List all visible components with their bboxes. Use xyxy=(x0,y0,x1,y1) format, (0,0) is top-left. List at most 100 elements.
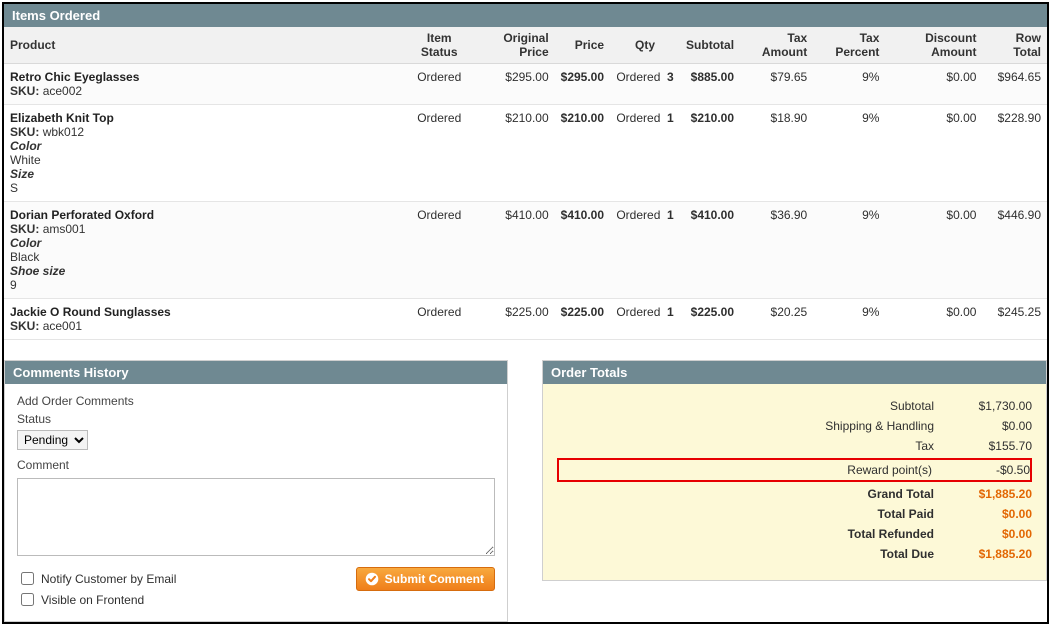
row-total: $245.25 xyxy=(982,299,1047,340)
option-label: Size xyxy=(10,167,34,181)
col-discount-amount: Discount Amount xyxy=(885,27,982,64)
discount-amount: $0.00 xyxy=(885,202,982,299)
totals-label: Reward point(s) xyxy=(792,463,932,477)
totals-value: -$0.50 xyxy=(950,463,1030,477)
option-value: S xyxy=(10,181,398,195)
totals-row: Tax $155.70 xyxy=(557,436,1032,456)
sku-label: SKU: xyxy=(10,222,39,236)
option-value: White xyxy=(10,153,398,167)
option-value: Black xyxy=(10,250,398,264)
discount-amount: $0.00 xyxy=(885,64,982,105)
notify-customer-label: Notify Customer by Email xyxy=(41,572,176,586)
totals-row: Grand Total $1,885.20 xyxy=(557,484,1032,504)
totals-label: Grand Total xyxy=(794,487,934,501)
col-product: Product xyxy=(4,27,404,64)
check-circle-icon xyxy=(365,572,379,586)
qty-value: 1 xyxy=(667,305,674,319)
product-cell: Elizabeth Knit TopSKU: wbk012ColorWhiteS… xyxy=(4,105,404,202)
add-comments-label: Add Order Comments xyxy=(17,394,495,408)
totals-label: Total Due xyxy=(794,547,934,561)
sku-value: ams001 xyxy=(43,222,86,236)
col-price: Price xyxy=(555,27,610,64)
notify-customer-checkbox[interactable] xyxy=(21,572,34,585)
items-ordered-header: Items Ordered xyxy=(4,4,1047,27)
qty-label: Ordered xyxy=(616,208,660,222)
tax-amount: $36.90 xyxy=(740,202,813,299)
option-label: Color xyxy=(10,236,41,250)
col-row-total: Row Total xyxy=(982,27,1047,64)
price: $410.00 xyxy=(555,202,610,299)
tax-amount: $18.90 xyxy=(740,105,813,202)
sku-label: SKU: xyxy=(10,319,39,333)
visible-frontend-checkbox[interactable] xyxy=(21,593,34,606)
totals-label: Tax xyxy=(794,439,934,453)
order-totals-panel: Order Totals Subtotal$1,730.00Shipping &… xyxy=(542,360,1047,581)
original-price: $410.00 xyxy=(474,202,554,299)
product-name: Retro Chic Eyeglasses xyxy=(10,70,398,84)
tax-percent: 9% xyxy=(813,64,885,105)
tax-percent: 9% xyxy=(813,105,885,202)
tax-percent: 9% xyxy=(813,299,885,340)
tax-amount: $20.25 xyxy=(740,299,813,340)
item-status: Ordered xyxy=(404,299,474,340)
items-table: Product Item Status Original Price Price… xyxy=(4,27,1047,340)
qty-value: 3 xyxy=(667,70,674,84)
totals-value: $1,885.20 xyxy=(952,547,1032,561)
product-cell: Retro Chic EyeglassesSKU: ace002 xyxy=(4,64,404,105)
qty-cell: Ordered 3 xyxy=(610,64,680,105)
items-header-row: Product Item Status Original Price Price… xyxy=(4,27,1047,64)
sku-label: SKU: xyxy=(10,84,39,98)
totals-value: $1,730.00 xyxy=(952,399,1032,413)
row-total: $228.90 xyxy=(982,105,1047,202)
sku-label: SKU: xyxy=(10,125,39,139)
product-name: Elizabeth Knit Top xyxy=(10,111,398,125)
totals-row: Total Due $1,885.20 xyxy=(557,544,1032,564)
tax-percent: 9% xyxy=(813,202,885,299)
col-subtotal: Subtotal xyxy=(680,27,740,64)
table-row: Retro Chic EyeglassesSKU: ace002Ordered$… xyxy=(4,64,1047,105)
option-value: 9 xyxy=(10,278,398,292)
qty-cell: Ordered 1 xyxy=(610,299,680,340)
comment-textarea[interactable] xyxy=(17,478,495,556)
price: $225.00 xyxy=(555,299,610,340)
status-label: Status xyxy=(17,412,495,426)
status-select[interactable]: Pending xyxy=(17,430,88,450)
price: $210.00 xyxy=(555,105,610,202)
subtotal: $225.00 xyxy=(680,299,740,340)
qty-label: Ordered xyxy=(616,305,660,319)
comments-panel: Comments History Add Order Comments Stat… xyxy=(4,360,508,622)
product-cell: Dorian Perforated OxfordSKU: ams001Color… xyxy=(4,202,404,299)
submit-comment-label: Submit Comment xyxy=(385,572,484,586)
option-label: Color xyxy=(10,139,41,153)
subtotal: $410.00 xyxy=(680,202,740,299)
table-row: Elizabeth Knit TopSKU: wbk012ColorWhiteS… xyxy=(4,105,1047,202)
comments-header: Comments History xyxy=(5,361,507,384)
product-name: Jackie O Round Sunglasses xyxy=(10,305,398,319)
table-row: Jackie O Round SunglassesSKU: ace001Orde… xyxy=(4,299,1047,340)
totals-row: Total Refunded$0.00 xyxy=(557,524,1032,544)
item-status: Ordered xyxy=(404,64,474,105)
sku-value: ace001 xyxy=(43,319,82,333)
subtotal: $210.00 xyxy=(680,105,740,202)
row-total: $446.90 xyxy=(982,202,1047,299)
col-original-price: Original Price xyxy=(474,27,554,64)
col-qty: Qty xyxy=(610,27,680,64)
product-cell: Jackie O Round SunglassesSKU: ace001 xyxy=(4,299,404,340)
qty-value: 1 xyxy=(667,111,674,125)
submit-comment-button[interactable]: Submit Comment xyxy=(356,567,495,591)
item-status: Ordered xyxy=(404,202,474,299)
totals-row: Shipping & Handling$0.00 xyxy=(557,416,1032,436)
totals-value: $1,885.20 xyxy=(952,487,1032,501)
totals-row: Reward point(s) -$0.50 xyxy=(557,458,1032,482)
totals-value: $0.00 xyxy=(952,419,1032,433)
totals-value: $0.00 xyxy=(952,507,1032,521)
totals-label: Total Refunded xyxy=(794,527,934,541)
original-price: $210.00 xyxy=(474,105,554,202)
tax-amount: $79.65 xyxy=(740,64,813,105)
item-status: Ordered xyxy=(404,105,474,202)
totals-value: $155.70 xyxy=(952,439,1032,453)
totals-label: Subtotal xyxy=(794,399,934,413)
discount-amount: $0.00 xyxy=(885,299,982,340)
qty-label: Ordered xyxy=(616,70,660,84)
qty-value: 1 xyxy=(667,208,674,222)
